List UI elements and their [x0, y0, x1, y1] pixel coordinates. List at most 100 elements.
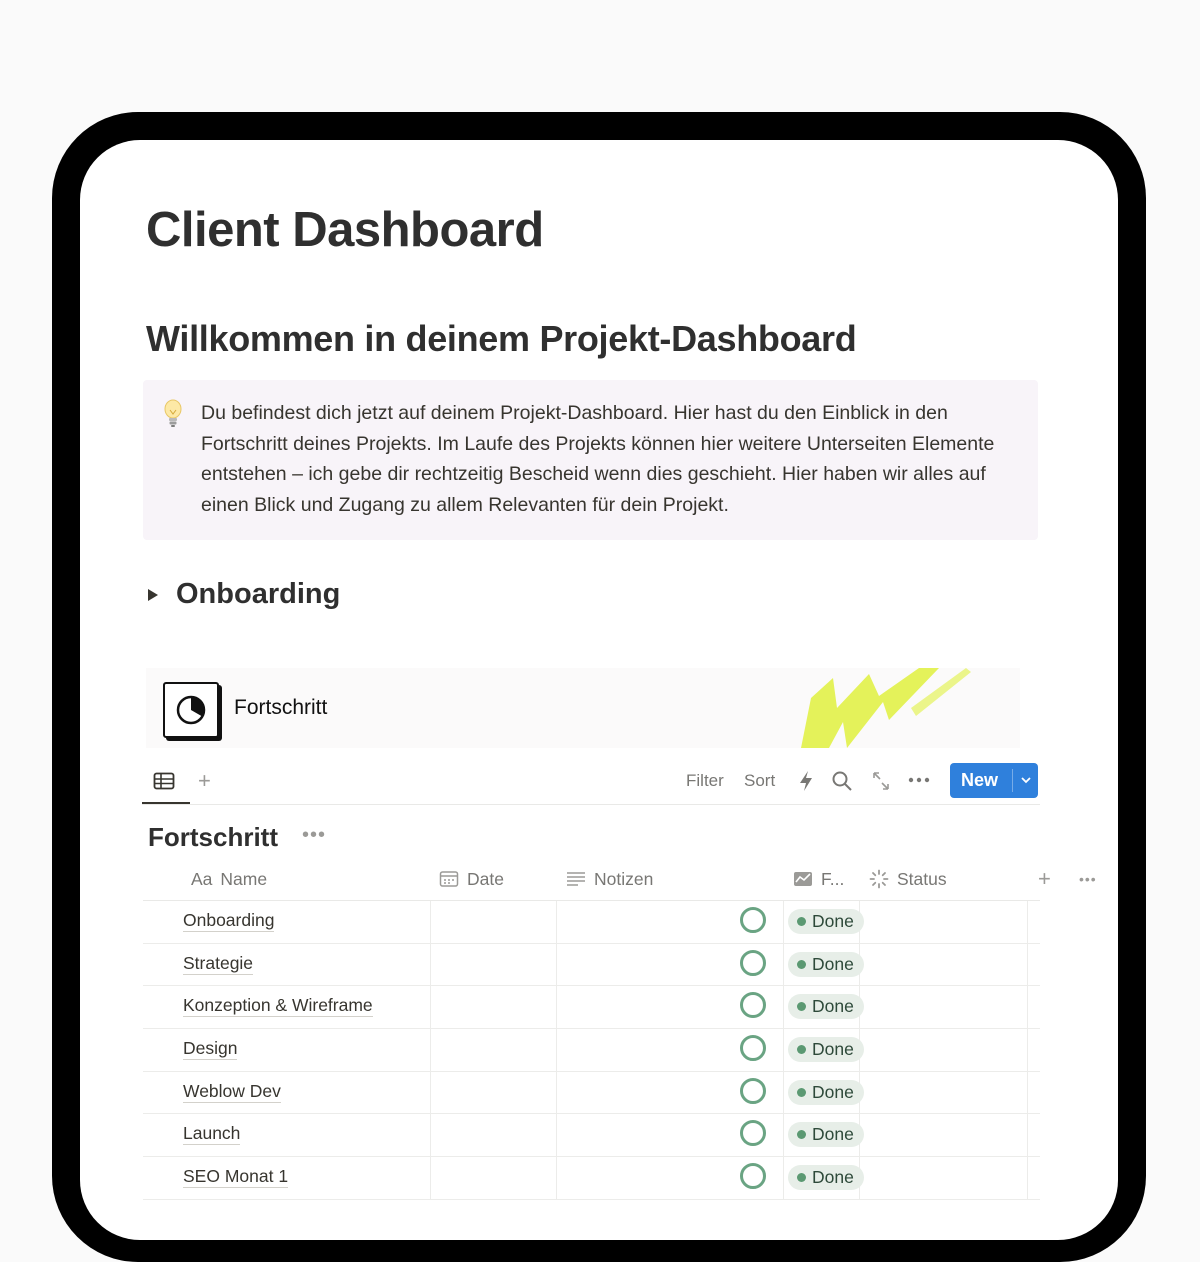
add-view-button[interactable]: +	[198, 768, 211, 794]
column-divider	[556, 943, 557, 986]
add-column-button[interactable]: +	[1038, 858, 1051, 900]
table-row[interactable]: SEO Monat 1 Done	[143, 1157, 1040, 1200]
progress-table: Aa Name Date Notizen F... Status + ••• O…	[143, 858, 1096, 1200]
column-name-label: Name	[220, 868, 268, 889]
column-divider	[430, 1029, 431, 1071]
row-name[interactable]: Design	[183, 1038, 238, 1061]
column-date[interactable]: Date	[439, 858, 504, 900]
column-options-icon[interactable]: •••	[1079, 858, 1097, 900]
row-name[interactable]: Onboarding	[183, 910, 275, 932]
table-header: Aa Name Date Notizen F... Status + •••	[143, 858, 1096, 901]
status-badge[interactable]: Done	[788, 1122, 864, 1148]
column-divider	[556, 1114, 557, 1157]
column-divider	[556, 1029, 557, 1071]
toolbar-divider	[142, 804, 1040, 805]
status-label: Done	[812, 1167, 854, 1188]
status-dot-icon	[797, 1130, 806, 1140]
new-button[interactable]: New	[950, 763, 1038, 798]
status-label: Done	[812, 996, 854, 1017]
status-dot-icon	[797, 917, 806, 926]
status-label: Done	[812, 1039, 854, 1060]
sort-button[interactable]: Sort	[744, 771, 775, 791]
column-divider	[556, 1071, 557, 1114]
database-more-icon[interactable]: •••	[302, 824, 326, 847]
column-notes-label: Notizen	[594, 868, 654, 889]
column-divider	[1027, 1157, 1028, 1199]
status-label: Done	[812, 1124, 854, 1145]
status-label: Done	[812, 911, 854, 931]
table-row[interactable]: Onboarding Done	[143, 901, 1040, 944]
table-row[interactable]: Konzeption & Wireframe Done	[143, 986, 1040, 1030]
column-divider	[1027, 1114, 1028, 1157]
table-row[interactable]: Launch Done	[143, 1114, 1040, 1158]
status-dot-icon	[797, 959, 806, 969]
status-dot-icon	[797, 1045, 806, 1055]
pie-chart-icon	[163, 682, 219, 738]
status-badge[interactable]: Done	[788, 1079, 864, 1105]
status-badge[interactable]: Done	[788, 1165, 864, 1191]
onboarding-toggle[interactable]: Onboarding	[148, 578, 340, 611]
column-divider	[430, 986, 431, 1029]
status-badge[interactable]: Done	[788, 994, 864, 1020]
progress-banner: Fortschritt	[146, 668, 1020, 748]
column-status[interactable]: Status	[869, 858, 947, 900]
row-name[interactable]: Launch	[183, 1123, 241, 1146]
status-badge[interactable]: Done	[788, 1037, 864, 1063]
text-lines-icon	[566, 871, 586, 887]
column-divider	[556, 901, 557, 943]
progress-ring-icon	[740, 1163, 766, 1190]
toggle-arrow-icon[interactable]	[148, 588, 158, 601]
column-status-label: Status	[897, 868, 947, 889]
welcome-heading: Willkommen in deinem Projekt-Dashboard	[146, 318, 857, 359]
column-divider	[783, 1157, 784, 1199]
column-divider	[430, 943, 431, 986]
column-name[interactable]: Aa Name	[191, 858, 267, 900]
column-divider	[1027, 943, 1028, 986]
column-divider	[430, 1071, 431, 1114]
info-callout: Du befindest dich jetzt auf deinem Proje…	[143, 380, 1038, 540]
column-divider	[430, 1114, 431, 1157]
brush-stroke-graphic	[801, 668, 971, 748]
database-title: Fortschritt	[148, 822, 278, 852]
column-date-label: Date	[467, 868, 504, 889]
calendar-icon	[439, 870, 459, 888]
expand-icon[interactable]	[871, 770, 891, 792]
filter-button[interactable]: Filter	[686, 771, 724, 791]
database-toolbar: + Filter Sort New	[142, 760, 1040, 804]
status-loader-icon	[869, 869, 889, 889]
column-notes[interactable]: Notizen	[566, 858, 653, 900]
column-divider	[1027, 1071, 1028, 1114]
column-divider	[783, 901, 784, 943]
callout-text: Du befindest dich jetzt auf deinem Proje…	[201, 402, 995, 516]
progress-ring-icon	[740, 1035, 766, 1062]
progress-ring-icon	[740, 949, 766, 976]
new-button-divider	[1012, 769, 1013, 792]
status-dot-icon	[797, 1087, 806, 1097]
column-divider	[556, 986, 557, 1029]
automation-bolt-icon[interactable]	[798, 770, 814, 792]
column-divider	[783, 1071, 784, 1114]
column-divider	[1027, 901, 1028, 943]
status-badge[interactable]: Done	[788, 909, 864, 934]
column-divider	[1027, 986, 1028, 1029]
column-divider	[783, 943, 784, 986]
chevron-down-icon[interactable]	[1018, 772, 1034, 788]
status-badge[interactable]: Done	[788, 951, 864, 977]
progress-ring-icon	[740, 907, 766, 933]
table-row[interactable]: Design Done	[143, 1029, 1040, 1072]
table-view-tab[interactable]	[142, 760, 190, 804]
more-options-icon[interactable]	[908, 777, 930, 783]
new-button-label: New	[961, 770, 999, 790]
row-name[interactable]: SEO Monat 1	[183, 1166, 289, 1189]
table-row[interactable]: Strategie Done	[143, 943, 1040, 987]
row-name[interactable]: Weblow Dev	[183, 1081, 281, 1103]
row-name[interactable]: Strategie	[183, 953, 254, 975]
column-progress-label: F...	[821, 868, 845, 889]
progress-ring-icon	[740, 1120, 766, 1147]
table-row[interactable]: Weblow Dev Done	[143, 1071, 1040, 1115]
column-divider	[556, 1157, 557, 1199]
search-icon[interactable]	[831, 770, 853, 792]
page-title: Client Dashboard	[146, 203, 544, 257]
row-name[interactable]: Konzeption & Wireframe	[183, 995, 373, 1018]
column-progress[interactable]: F...	[793, 858, 844, 900]
